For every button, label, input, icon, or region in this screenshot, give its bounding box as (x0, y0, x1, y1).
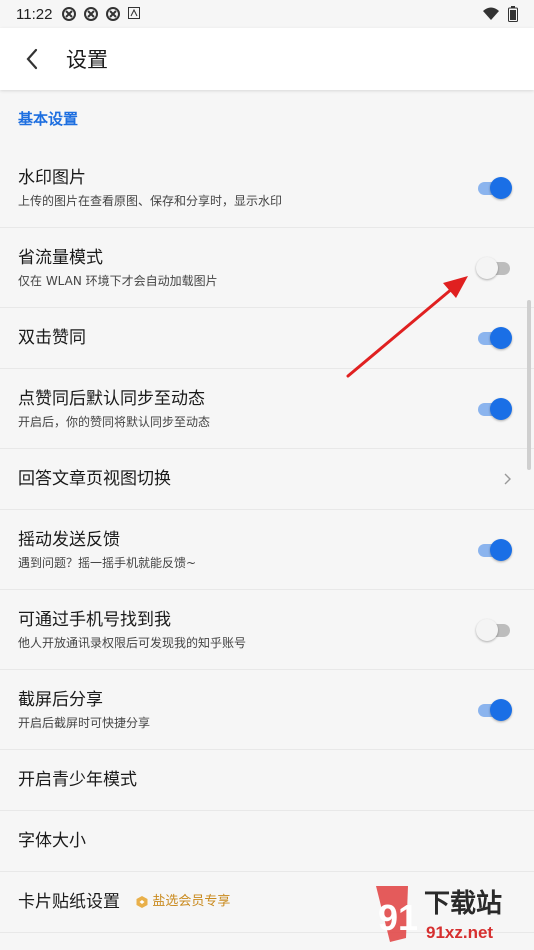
vip-badge-label: 盐选会员专享 (152, 894, 231, 909)
settings-list: 基本设置 水印图片 上传的图片在查看原图、保存和分享时，显示水印 省流量模式 仅… (0, 90, 534, 933)
battery-icon (508, 6, 518, 26)
page-title: 设置 (66, 48, 108, 72)
vip-badge: 盐选会员专享 (135, 891, 230, 913)
chevron-right-icon (504, 473, 511, 485)
setting-label: 点赞同后默认同步至动态 (18, 388, 205, 409)
screenshot-share-toggle[interactable] (476, 698, 512, 721)
setting-label: 开启青少年模式 (18, 770, 137, 790)
setting-description: 遇到问题？摇一摇手机就能反馈~ (18, 555, 197, 570)
watermark-brand: 下载站 (424, 889, 502, 919)
setting-answer-view-switch[interactable]: 回答文章页视图切换 (0, 449, 534, 510)
setting-description: 仅在 WLAN 环境下才会自动加载图片 (18, 273, 218, 288)
setting-shake-feedback[interactable]: 摇动发送反馈 遇到问题？摇一摇手机就能反馈~ (0, 510, 534, 590)
setting-label: 双击赞同 (18, 328, 86, 348)
double-tap-agree-toggle[interactable] (476, 327, 512, 349)
setting-font-size[interactable]: 字体大小 (0, 811, 534, 872)
app-notification-icon (62, 7, 77, 21)
watermark-logo-digits: 91 (378, 897, 418, 938)
setting-label: 字体大小 (18, 831, 86, 851)
setting-screenshot-share[interactable]: 截屏后分享 开启后截屏时可快捷分享 (0, 670, 534, 750)
setting-description: 他人开放通讯录权限后可发现我的知乎账号 (18, 635, 247, 650)
keyboard-notification-icon (128, 7, 142, 21)
setting-label: 截屏后分享 (18, 689, 103, 710)
setting-teen-mode[interactable]: 开启青少年模式 (0, 750, 534, 811)
setting-watermark[interactable]: 水印图片 上传的图片在查看原图、保存和分享时，显示水印 (0, 148, 534, 228)
status-time: 11:22 (16, 5, 53, 23)
setting-label: 水印图片 (18, 167, 86, 188)
setting-description: 开启后，你的赞同将默认同步至动态 (18, 414, 211, 429)
app-notification-icon (106, 7, 121, 21)
setting-description: 上传的图片在查看原图、保存和分享时，显示水印 (18, 193, 283, 208)
watermark-domain: 91xz.net (426, 923, 493, 942)
status-right-icons (482, 6, 518, 26)
app-notification-icon (84, 7, 99, 21)
setting-description: 开启后截屏时可快捷分享 (18, 715, 151, 730)
data-saver-toggle[interactable] (476, 256, 512, 279)
find-by-phone-toggle[interactable] (476, 618, 512, 641)
setting-label: 可通过手机号找到我 (18, 609, 171, 630)
setting-label-text: 卡片贴纸设置 (18, 892, 120, 912)
scrollbar[interactable] (527, 300, 531, 470)
vip-hexagon-icon (136, 896, 148, 908)
sync-agree-toggle[interactable] (476, 397, 512, 420)
setting-double-tap-agree[interactable]: 双击赞同 (0, 308, 534, 369)
status-bar: 11:22 (0, 0, 534, 28)
setting-label: 摇动发送反馈 (18, 529, 120, 550)
shake-feedback-toggle[interactable] (476, 538, 512, 561)
back-button[interactable] (4, 28, 60, 90)
wifi-icon (482, 7, 500, 25)
back-arrow-icon (26, 48, 38, 70)
setting-find-by-phone[interactable]: 可通过手机号找到我 他人开放通讯录权限后可发现我的知乎账号 (0, 590, 534, 670)
app-bar: 设置 (0, 28, 534, 90)
watermark-logo: 91 下载站 91xz.net (366, 878, 526, 946)
setting-label: 回答文章页视图切换 (18, 469, 171, 489)
setting-label: 省流量模式 (18, 247, 103, 268)
section-title: 基本设置 (18, 110, 79, 128)
setting-sync-agree[interactable]: 点赞同后默认同步至动态 开启后，你的赞同将默认同步至动态 (0, 369, 534, 449)
setting-data-saver[interactable]: 省流量模式 仅在 WLAN 环境下才会自动加载图片 (0, 228, 534, 308)
watermark-toggle[interactable] (476, 176, 512, 199)
